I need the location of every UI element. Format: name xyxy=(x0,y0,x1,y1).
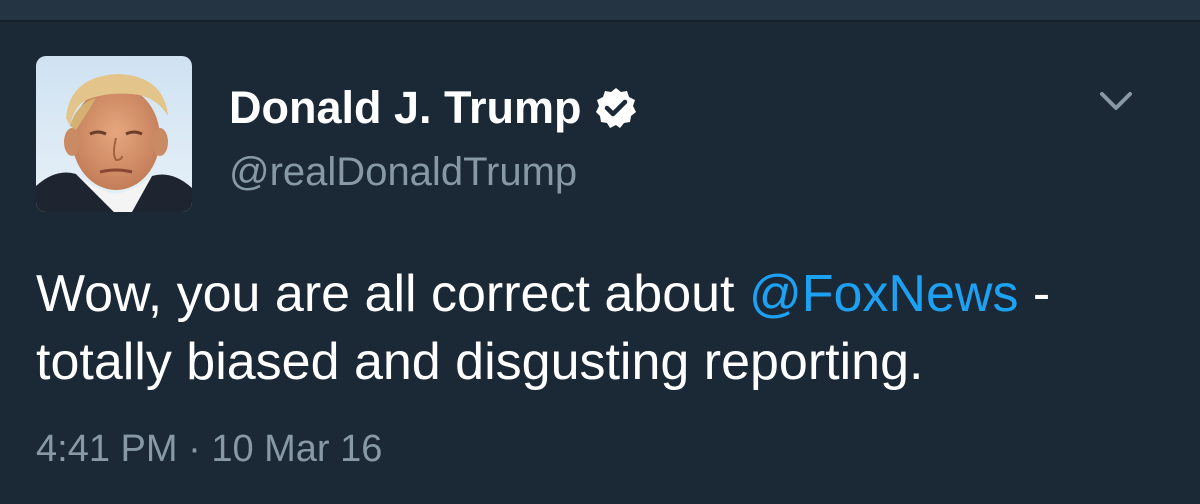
display-name[interactable]: Donald J. Trump xyxy=(229,79,582,137)
tweet-date: 10 Mar 16 xyxy=(211,428,383,470)
tweet-text-part1: Wow, you are all correct about xyxy=(36,265,749,323)
verified-badge-icon xyxy=(594,86,638,130)
tweet-card[interactable]: Donald J. Trump @realDonaldTrump Wow, yo… xyxy=(0,22,1200,504)
chevron-down-icon[interactable] xyxy=(1094,82,1138,122)
author-handle[interactable]: @realDonaldTrump xyxy=(229,146,577,198)
tweet-text: Wow, you are all correct about @FoxNews … xyxy=(36,260,1166,396)
profile-photo-icon xyxy=(36,56,192,212)
avatar[interactable] xyxy=(36,56,192,212)
top-bar xyxy=(0,0,1200,22)
author-row[interactable]: Donald J. Trump xyxy=(229,79,638,137)
mention-link[interactable]: @FoxNews xyxy=(749,265,1019,323)
tweet-time: 4:41 PM xyxy=(36,428,178,470)
timestamp[interactable]: 4:41 PM · 10 Mar 16 xyxy=(36,424,382,474)
timestamp-separator: · xyxy=(188,428,201,470)
